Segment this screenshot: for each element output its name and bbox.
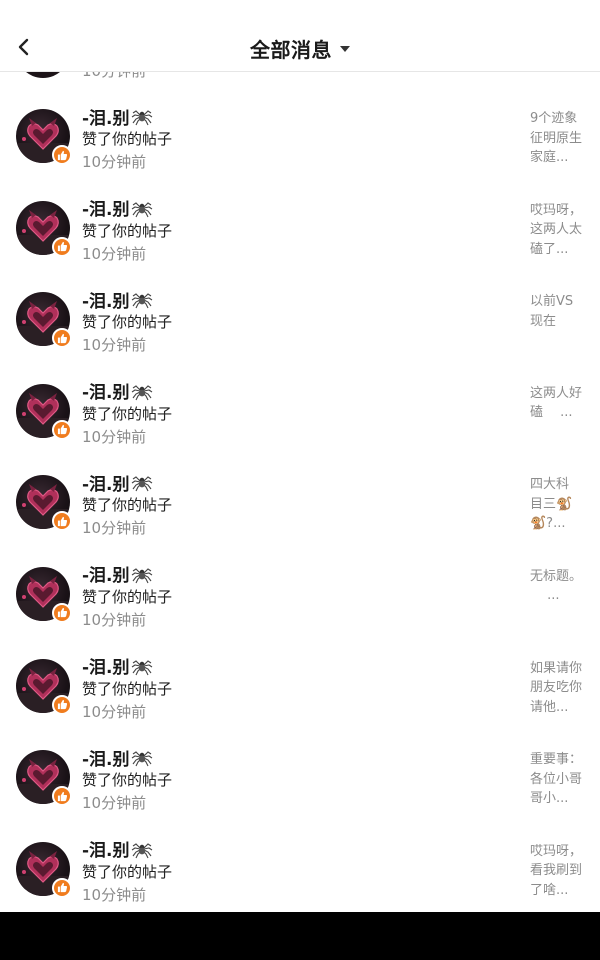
- notification-item[interactable]: -泪.别 赞了你的帖子 10分钟前 重要事： 各位小哥 哥小...: [0, 713, 600, 812]
- username-line[interactable]: -泪.别: [82, 379, 153, 403]
- post-snippet[interactable]: 9个迹象 征明原生 家庭...: [530, 109, 586, 168]
- username-line[interactable]: -泪.别: [82, 196, 153, 220]
- thumbs-up-icon: [57, 883, 67, 893]
- notification-action-text: 赞了你的帖子: [82, 679, 173, 698]
- notification-action-text: 赞了你的帖子: [82, 130, 173, 148]
- username[interactable]: -泪.别: [82, 104, 130, 129]
- thumbs-up-icon: [57, 791, 67, 801]
- like-badge: [52, 145, 72, 165]
- avatar-container[interactable]: [16, 292, 72, 349]
- like-badge: [52, 602, 72, 623]
- notification-item[interactable]: -泪.别 赞了你的帖子 10分钟前 四大科 目三🐒 🐒?...: [0, 438, 600, 537]
- spider-icon: [131, 385, 152, 401]
- username[interactable]: -泪.别: [82, 378, 130, 403]
- message-filter-dropdown[interactable]: 全部消息: [0, 34, 600, 62]
- post-snippet[interactable]: 以前VS 现在: [530, 292, 586, 331]
- like-badge: [52, 511, 72, 532]
- thumbs-up-icon: [57, 699, 67, 710]
- thumbs-up-icon: [57, 150, 67, 160]
- username[interactable]: -泪.别: [82, 470, 130, 495]
- thumbs-up-icon: [57, 608, 67, 618]
- notification-action-text: 赞了你的帖子: [82, 496, 173, 515]
- thumbs-up-icon: [57, 333, 67, 343]
- notification-action-text: 赞了你的帖子: [82, 404, 173, 423]
- username[interactable]: -泪.别: [82, 561, 130, 586]
- avatar-container[interactable]: [16, 658, 72, 715]
- spider-icon: [131, 751, 152, 767]
- notification-item[interactable]: -泪.别 赞了你的帖子 10分钟前 哎玛呀， 看我刷到 了啥...: [0, 805, 600, 904]
- avatar-container[interactable]: [16, 475, 72, 532]
- spider-icon: [131, 476, 152, 492]
- notification-action-text: 赞了你的帖子: [82, 771, 173, 790]
- spider-icon: [131, 843, 152, 858]
- username-line[interactable]: -泪.别: [82, 104, 153, 129]
- notification-action-text: 赞了你的帖子: [82, 587, 173, 606]
- username-line[interactable]: -泪.别: [82, 837, 153, 861]
- notification-item[interactable]: -泪.别 赞了你的帖子 10分钟前 如果请你 朋友吃你 请他...: [0, 622, 600, 721]
- username[interactable]: -泪.别: [82, 745, 130, 770]
- like-badge: [52, 236, 72, 257]
- like-badge: [52, 786, 72, 807]
- username-line[interactable]: -泪.别: [82, 654, 153, 678]
- notification-action-text: 赞了你的帖子: [82, 862, 173, 881]
- username-line[interactable]: -泪.别: [82, 470, 153, 495]
- notification-action-text: 赞了你的帖子: [82, 221, 173, 240]
- post-snippet[interactable]: 无标题。 ...: [530, 567, 586, 606]
- spider-icon: [131, 110, 152, 126]
- notification-item[interactable]: -泪.别 赞了你的帖子 10分钟前 这两人好 磕 ...: [0, 347, 600, 446]
- avatar-container[interactable]: [16, 200, 72, 257]
- notification-action-text: 赞了你的帖子: [82, 313, 173, 332]
- caret-down-icon: [340, 46, 350, 52]
- system-navigation-bar: [0, 912, 600, 960]
- notification-item[interactable]: -泪.别 赞了你的帖子 10分钟前 哎玛呀， 这两人太 磕了...: [0, 164, 600, 263]
- notification-item[interactable]: -泪.别 赞了你的帖子 10分钟前 无标题。 ...: [0, 530, 600, 629]
- post-snippet[interactable]: 哎玛呀， 这两人太 磕了...: [530, 201, 586, 260]
- spider-icon: [131, 568, 152, 584]
- like-badge: [52, 694, 72, 715]
- notification-list[interactable]: 10分钟前 -泪.别: [0, 72, 600, 912]
- top-nav-bar: 全部消息: [0, 0, 600, 72]
- post-snippet[interactable]: 这两人好 磕 ...: [530, 384, 586, 423]
- username-line[interactable]: -泪.别: [82, 745, 153, 770]
- avatar-container[interactable]: [16, 841, 72, 898]
- like-badge: [52, 419, 72, 440]
- username-line[interactable]: -泪.别: [82, 287, 153, 312]
- post-snippet[interactable]: 如果请你 朋友吃你 请他...: [530, 659, 586, 718]
- avatar-container[interactable]: [16, 750, 72, 807]
- notification-item[interactable]: -泪.别 赞了你的帖子 10分钟前 9个迹象 征明原生 家庭...: [0, 72, 600, 171]
- like-badge: [52, 328, 72, 349]
- spider-icon: [131, 293, 152, 309]
- notification-rows: -泪.别 赞了你的帖子 10分钟前 9个迹象 征明原生 家庭... -泪.别 赞…: [0, 72, 600, 904]
- post-snippet[interactable]: 四大科 目三🐒 🐒?...: [530, 475, 586, 534]
- like-badge: [52, 877, 72, 898]
- username[interactable]: -泪.别: [82, 836, 130, 861]
- avatar-container[interactable]: [16, 566, 72, 623]
- spider-icon: [131, 201, 152, 217]
- thumbs-up-icon: [57, 516, 67, 526]
- spider-icon: [131, 659, 152, 675]
- post-snippet[interactable]: 哎玛呀， 看我刷到 了啥...: [530, 842, 586, 901]
- notification-item[interactable]: -泪.别 赞了你的帖子 10分钟前 以前VS 现在: [0, 255, 600, 354]
- page-title: 全部消息: [250, 37, 332, 62]
- thumbs-up-icon: [57, 242, 67, 252]
- avatar-container[interactable]: [16, 383, 72, 440]
- username[interactable]: -泪.别: [82, 287, 130, 312]
- notification-time: 10分钟前: [82, 885, 147, 904]
- thumbs-up-icon: [57, 425, 67, 435]
- username-line[interactable]: -泪.别: [82, 562, 153, 586]
- avatar-container[interactable]: [16, 109, 72, 165]
- username[interactable]: -泪.别: [82, 653, 130, 678]
- username[interactable]: -泪.别: [82, 195, 130, 220]
- post-snippet[interactable]: 重要事： 各位小哥 哥小...: [530, 750, 586, 809]
